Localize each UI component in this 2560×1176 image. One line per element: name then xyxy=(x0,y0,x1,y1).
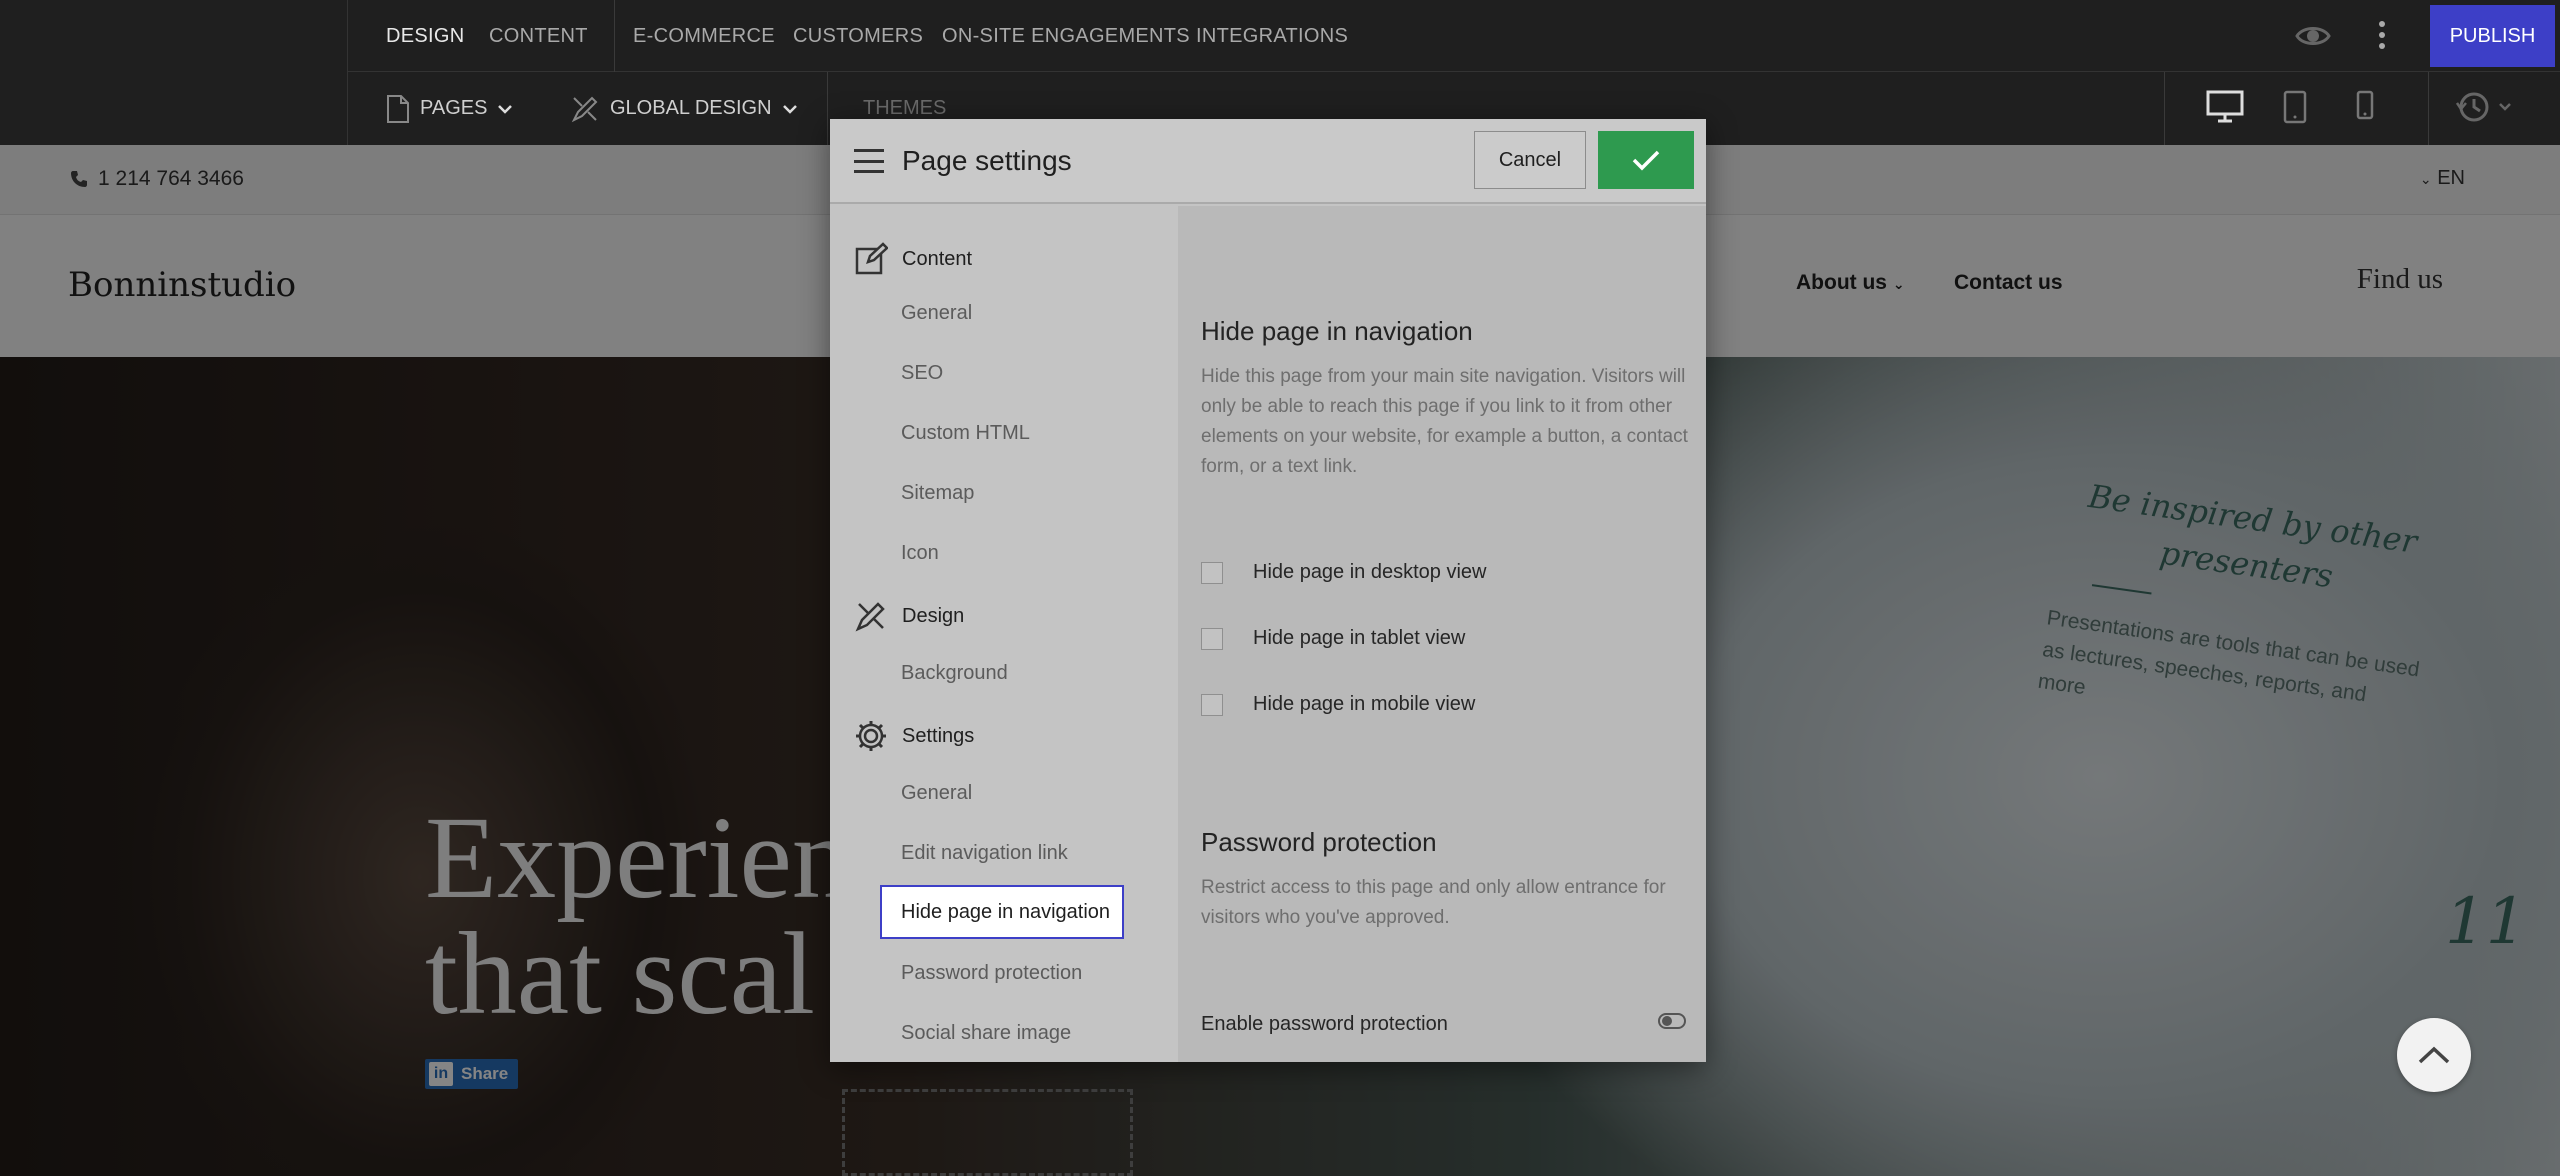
confirm-button[interactable] xyxy=(1598,131,1694,189)
password-toggle-switch[interactable] xyxy=(1658,1013,1686,1029)
toolbar-divider xyxy=(2428,72,2429,145)
password-toggle-label: Enable password protection xyxy=(1201,1013,1448,1035)
sidebar-item-content-general[interactable]: General xyxy=(901,302,972,325)
toolbar-logo-area xyxy=(0,0,348,145)
password-heading: Password protection xyxy=(1201,827,1437,857)
sidebar-section-content[interactable]: Content xyxy=(854,242,972,276)
hide-tablet-checkbox[interactable] xyxy=(1201,627,1223,650)
publish-button[interactable]: PUBLISH xyxy=(2430,5,2555,67)
global-design-label: GLOBAL DESIGN xyxy=(610,97,772,119)
sidebar-section-label: Settings xyxy=(902,724,975,747)
sidebar-section-settings[interactable]: Settings xyxy=(854,719,974,753)
gear-icon xyxy=(856,721,886,751)
design-pencil-icon xyxy=(571,96,598,122)
sidebar-section-label: Design xyxy=(902,604,965,627)
hide-nav-description: Hide this page from your main site navig… xyxy=(1201,366,1688,477)
desktop-view-icon[interactable] xyxy=(2206,90,2244,129)
dialog-title: Page settings xyxy=(902,145,1072,176)
sidebar-item-icon[interactable]: Icon xyxy=(901,542,939,565)
chevron-down-icon xyxy=(498,104,513,114)
preview-eye-icon[interactable] xyxy=(2295,22,2331,55)
settings-sidebar: Content General SEO Custom HTML Sitemap … xyxy=(830,206,1178,1062)
design-pencil-icon xyxy=(855,602,885,632)
mobile-view-icon[interactable] xyxy=(2356,90,2374,125)
sidebar-item-background[interactable]: Background xyxy=(901,662,1008,685)
sidebar-item-edit-navigation-link[interactable]: Edit navigation link xyxy=(901,842,1068,865)
sidebar-item-social-share-image[interactable]: Social share image xyxy=(901,1022,1071,1045)
sidebar-item-password-protection[interactable]: Password protection xyxy=(901,962,1082,985)
page-icon xyxy=(387,94,409,123)
history-icon[interactable] xyxy=(2455,90,2516,129)
page-settings-dialog: Page settings Cancel Content General SEO… xyxy=(830,119,1706,1062)
scroll-to-top-button[interactable] xyxy=(2397,1018,2471,1092)
hide-tablet-label: Hide page in tablet view xyxy=(1253,627,1466,649)
chevron-up-icon xyxy=(2418,1046,2450,1064)
chevron-down-icon xyxy=(782,104,797,114)
hide-mobile-checkbox[interactable] xyxy=(1201,693,1223,716)
hamburger-menu-icon[interactable] xyxy=(854,149,884,173)
cancel-button[interactable]: Cancel xyxy=(1474,131,1586,189)
edit-icon xyxy=(855,242,888,275)
more-options-icon[interactable] xyxy=(2378,20,2386,55)
toolbar-divider xyxy=(2164,72,2165,145)
password-description: Restrict access to this page and only al… xyxy=(1201,877,1666,928)
password-toggle-row[interactable]: Enable password protection xyxy=(1201,1013,1686,1036)
tab-integrations[interactable]: INTEGRATIONS xyxy=(1196,0,1348,72)
hide-nav-heading: Hide page in navigation xyxy=(1201,316,1473,346)
tab-customers[interactable]: CUSTOMERS xyxy=(793,0,923,72)
tab-content[interactable]: CONTENT xyxy=(489,0,588,72)
tab-ecommerce[interactable]: E-COMMERCE xyxy=(633,0,775,72)
sidebar-section-design[interactable]: Design xyxy=(854,599,964,633)
pages-menu[interactable]: PAGES xyxy=(386,72,513,145)
tab-divider xyxy=(614,0,615,72)
main-tabs-row: DESIGN CONTENT E-COMMERCE CUSTOMERS ON-S… xyxy=(348,0,2560,72)
hide-desktop-label: Hide page in desktop view xyxy=(1253,561,1487,583)
toolbar-divider xyxy=(827,72,828,145)
sidebar-item-sitemap[interactable]: Sitemap xyxy=(901,482,974,505)
pages-label: PAGES xyxy=(420,97,488,119)
tab-design[interactable]: DESIGN xyxy=(386,0,464,72)
hide-mobile-option[interactable]: Hide page in mobile view xyxy=(1201,693,1475,716)
hide-desktop-checkbox[interactable] xyxy=(1201,561,1223,584)
sidebar-section-label: Content xyxy=(902,247,973,270)
sidebar-item-settings-general[interactable]: General xyxy=(901,782,972,805)
dialog-header: Page settings Cancel xyxy=(830,119,1706,204)
sidebar-item-hide-page-in-navigation[interactable]: Hide page in navigation xyxy=(880,885,1124,939)
tablet-view-icon[interactable] xyxy=(2283,90,2307,129)
sidebar-item-custom-html[interactable]: Custom HTML xyxy=(901,422,1030,445)
hide-tablet-option[interactable]: Hide page in tablet view xyxy=(1201,627,1465,650)
hide-mobile-label: Hide page in mobile view xyxy=(1253,693,1476,715)
hide-desktop-option[interactable]: Hide page in desktop view xyxy=(1201,561,1486,584)
sidebar-item-seo[interactable]: SEO xyxy=(901,362,943,385)
checkmark-icon xyxy=(1632,150,1660,171)
settings-content-panel: Hide page in navigation Hide this page f… xyxy=(1178,206,1706,1062)
tab-on-site-engagements[interactable]: ON-SITE ENGAGEMENTS xyxy=(942,0,1190,72)
global-design-menu[interactable]: GLOBAL DESIGN xyxy=(570,72,798,145)
